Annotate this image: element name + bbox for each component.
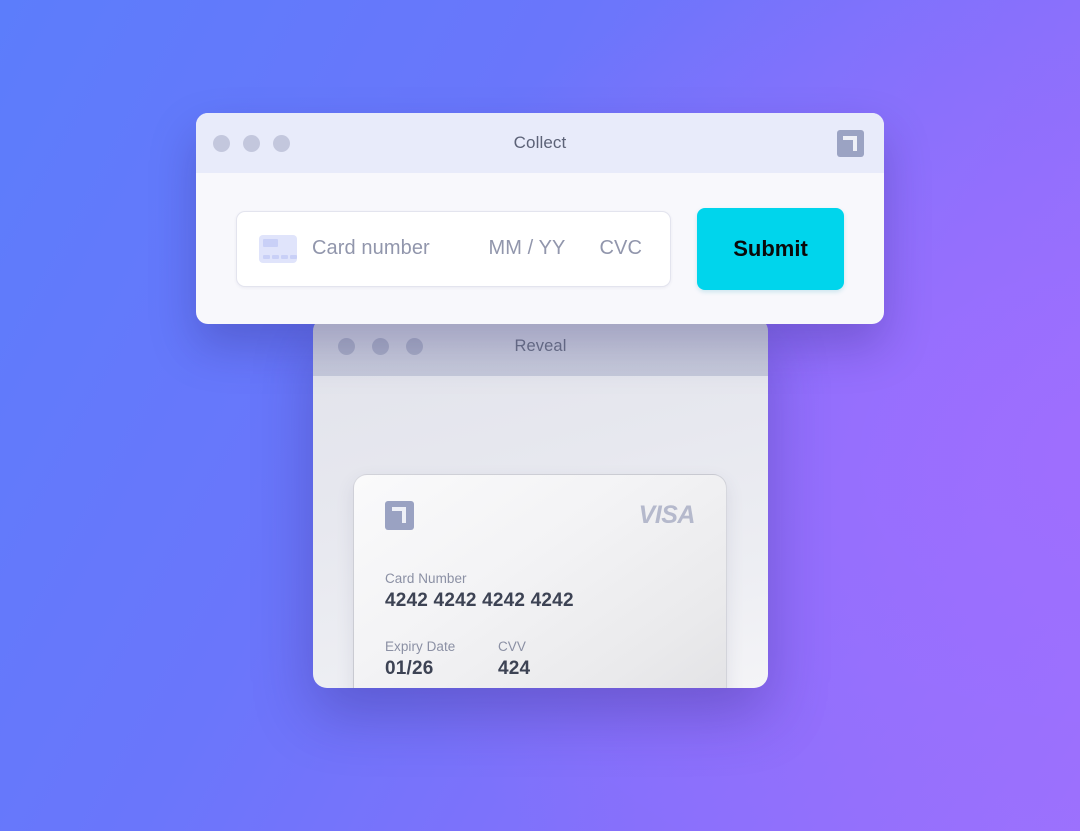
minimize-dot-icon[interactable] xyxy=(243,134,260,152)
maximize-dot-icon[interactable] xyxy=(273,134,290,152)
expiry-label: Expiry Date xyxy=(385,639,456,654)
card-input-group[interactable]: Card number MM / YY CVC xyxy=(236,210,671,287)
card-number-input[interactable]: Card number xyxy=(312,237,488,260)
card-number-label: Card Number xyxy=(385,571,467,586)
maximize-dot-icon[interactable] xyxy=(406,338,423,355)
brand-badge-icon xyxy=(385,501,414,530)
cvc-input[interactable]: CVC xyxy=(599,237,642,260)
collect-titlebar: Collect xyxy=(196,113,884,173)
card-bottom-row: Expiry Date 01/26 CVV 424 xyxy=(385,639,695,680)
reveal-body: VISA Card Number 4242 4242 4242 4242 Exp… xyxy=(313,376,768,688)
expiry-value: 01/26 xyxy=(385,658,434,679)
brand-badge-icon xyxy=(837,129,864,157)
cvv-value: 424 xyxy=(498,658,531,679)
credit-card: VISA Card Number 4242 4242 4242 4242 Exp… xyxy=(353,474,727,688)
card-number-block: Card Number 4242 4242 4242 4242 xyxy=(385,571,695,612)
expiry-block: Expiry Date 01/26 xyxy=(385,639,498,680)
cvv-label: CVV xyxy=(498,639,526,654)
collect-window: Collect Card number MM / YY CVC Submit xyxy=(196,113,884,324)
credit-card-icon xyxy=(259,234,297,263)
reveal-titlebar: Reveal xyxy=(313,317,768,376)
close-dot-icon[interactable] xyxy=(213,134,230,152)
expiry-input[interactable]: MM / YY xyxy=(488,237,565,260)
cvv-block: CVV 424 xyxy=(498,639,530,680)
card-number-value: 4242 4242 4242 4242 xyxy=(385,590,574,611)
collect-window-title: Collect xyxy=(513,133,567,152)
collect-traffic-lights xyxy=(213,134,290,152)
reveal-traffic-lights xyxy=(338,338,423,355)
card-top-row: VISA xyxy=(385,501,696,530)
page-background: Reveal VISA Card Number 4242 4242 4242 4… xyxy=(0,0,1080,831)
submit-button[interactable]: Submit xyxy=(697,207,844,290)
visa-logo-icon: VISA xyxy=(638,501,696,529)
minimize-dot-icon[interactable] xyxy=(372,338,389,355)
close-dot-icon[interactable] xyxy=(338,338,355,355)
reveal-window: Reveal VISA Card Number 4242 4242 4242 4… xyxy=(313,317,768,688)
collect-body: Card number MM / YY CVC Submit xyxy=(196,173,884,324)
